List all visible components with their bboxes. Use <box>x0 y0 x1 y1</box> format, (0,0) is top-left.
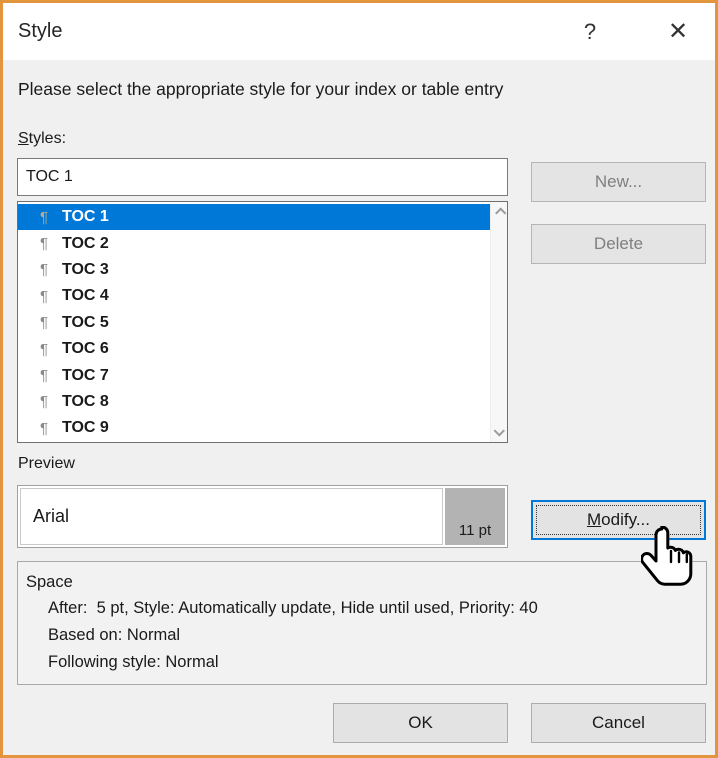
list-item-label: TOC 1 <box>62 208 109 226</box>
list-item[interactable]: ¶ TOC 4 <box>18 283 490 309</box>
description-line: After: 5 pt, Style: Automatically update… <box>48 599 538 617</box>
delete-button[interactable]: Delete <box>531 224 706 264</box>
pilcrow-icon: ¶ <box>39 208 49 226</box>
description-line: Following style: Normal <box>48 653 219 671</box>
pilcrow-icon: ¶ <box>39 314 49 332</box>
list-item-label: TOC 4 <box>62 287 109 305</box>
style-name-input[interactable] <box>17 158 508 196</box>
list-item-label: TOC 2 <box>62 234 109 252</box>
list-item[interactable]: ¶ TOC 8 <box>18 389 490 415</box>
pilcrow-icon: ¶ <box>39 367 49 385</box>
listbox-scrollbar[interactable] <box>490 202 507 442</box>
help-icon[interactable]: ? <box>565 3 615 60</box>
scroll-down-icon[interactable] <box>491 424 508 442</box>
style-description-box: Space After: 5 pt, Style: Automatically … <box>17 561 707 685</box>
styles-listbox[interactable]: ¶ TOC 1 ¶ TOC 2 ¶ TOC 3 ¶ TOC 4 ¶ TOC 5 ¶ TOC 6 ¶ TOC… <box>17 201 508 443</box>
list-item[interactable]: ¶ TOC 3 <box>18 257 490 283</box>
cancel-button[interactable]: Cancel <box>531 703 706 743</box>
list-item-label: TOC 9 <box>62 419 109 437</box>
list-item-label: TOC 7 <box>62 366 109 384</box>
pilcrow-icon: ¶ <box>39 340 49 358</box>
scroll-up-icon[interactable] <box>491 202 508 220</box>
title-bar: Style ? ✕ <box>3 3 715 60</box>
list-item[interactable]: ¶ TOC 5 <box>18 310 490 336</box>
list-item[interactable]: ¶ TOC 6 <box>18 336 490 362</box>
new-button[interactable]: New... <box>531 162 706 202</box>
close-icon[interactable]: ✕ <box>653 3 703 60</box>
preview-label: Preview <box>18 455 75 472</box>
list-item-label: TOC 6 <box>62 340 109 358</box>
modify-button[interactable]: Modify... <box>531 500 706 540</box>
list-item-label: TOC 5 <box>62 313 109 331</box>
pilcrow-icon: ¶ <box>39 261 49 279</box>
list-item-label: TOC 3 <box>62 260 109 278</box>
pilcrow-icon: ¶ <box>39 235 49 253</box>
description-title: Space <box>26 573 73 591</box>
pilcrow-icon: ¶ <box>39 419 49 437</box>
preview-box: Arial 11 pt <box>17 485 508 548</box>
pilcrow-icon: ¶ <box>39 393 49 411</box>
description-line: Based on: Normal <box>48 626 181 644</box>
preview-font-size: 11 pt <box>445 488 505 545</box>
instruction-text: Please select the appropriate style for … <box>18 79 504 99</box>
ok-button[interactable]: OK <box>333 703 508 743</box>
list-item[interactable]: ¶ TOC 7 <box>18 362 490 388</box>
list-item[interactable]: ¶ TOC 2 <box>18 230 490 256</box>
styles-label: Styles: <box>18 130 67 147</box>
preview-font-sample: Arial <box>20 488 443 545</box>
style-dialog: Style ? ✕ Please select the appropriate … <box>0 0 718 758</box>
list-item[interactable]: ¶ TOC 9 <box>18 415 490 441</box>
styles-listbox-items: ¶ TOC 1 ¶ TOC 2 ¶ TOC 3 ¶ TOC 4 ¶ TOC 5 ¶ TOC 6 ¶ TOC… <box>18 202 490 442</box>
list-item-label: TOC 8 <box>62 392 109 410</box>
dialog-title: Style <box>18 20 63 42</box>
pilcrow-icon: ¶ <box>39 287 49 305</box>
list-item[interactable]: ¶ TOC 1 <box>18 204 490 231</box>
